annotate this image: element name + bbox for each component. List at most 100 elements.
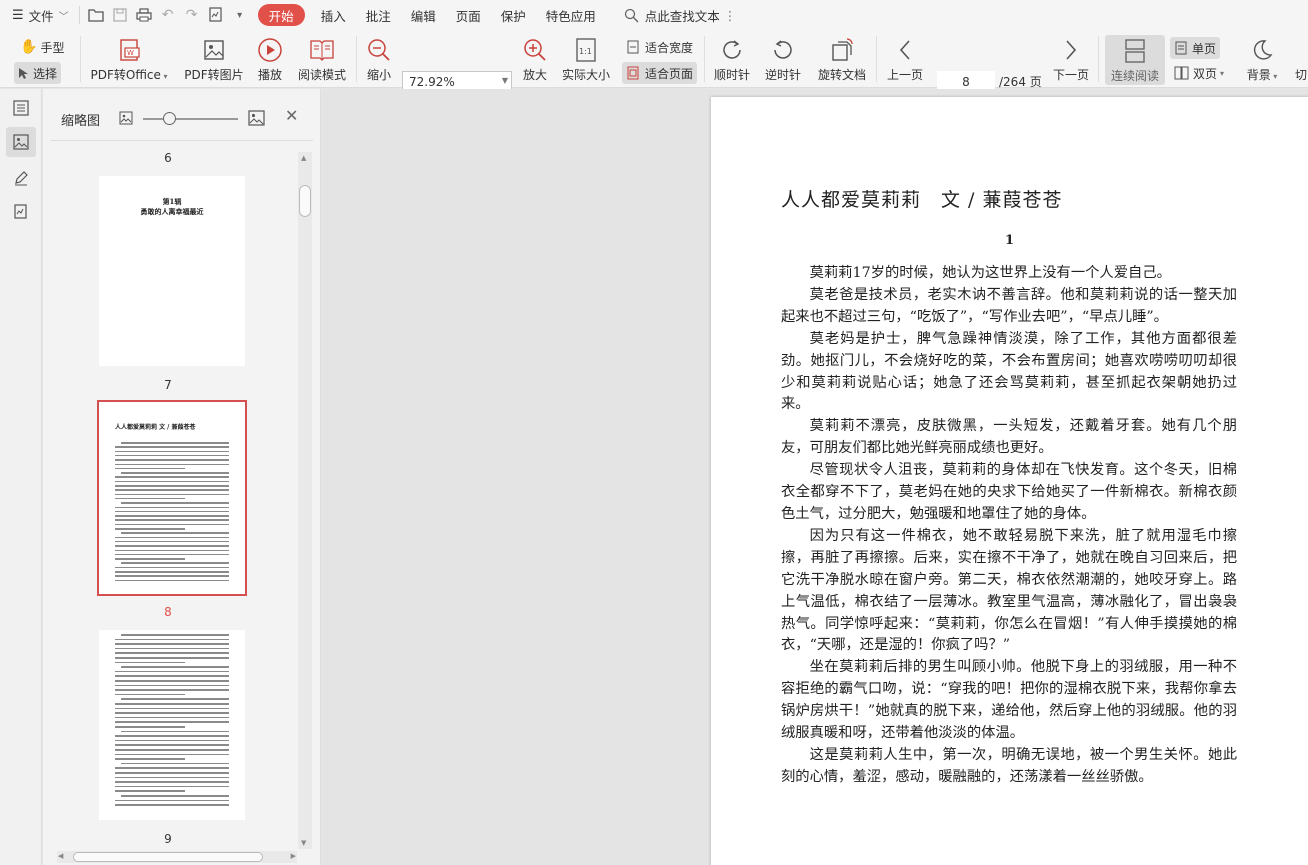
thumbnail-text-line: [121, 634, 229, 636]
slider-handle[interactable]: [163, 112, 176, 125]
background-button[interactable]: 背景 ▾: [1243, 30, 1281, 83]
print-icon[interactable]: [132, 4, 156, 26]
thumbnail-text-line: [121, 562, 229, 564]
thumbnail-size-slider[interactable]: [143, 118, 238, 120]
thumbnail-vertical-scrollbar[interactable]: ▲ ▼: [298, 152, 312, 849]
thumbnail-text-line: [121, 762, 229, 765]
annotation-panel-button[interactable]: [6, 163, 36, 193]
tab-start[interactable]: 开始: [257, 4, 305, 26]
chevron-left-icon: [899, 40, 910, 60]
tab-features[interactable]: 特色应用: [536, 4, 606, 26]
redo-icon[interactable]: ↷: [180, 4, 204, 26]
tab-protect[interactable]: 保护: [491, 4, 536, 26]
thumbnail-text-line: [121, 472, 229, 474]
double-page-icon: [1174, 66, 1189, 80]
thumbnail-text-line: [115, 497, 185, 500]
pen-icon: [15, 171, 28, 186]
fit-width-button[interactable]: 适合宽度: [622, 36, 697, 58]
find-text-search[interactable]: 点此查找文本 ⋮: [614, 4, 747, 26]
outline-panel-button[interactable]: [6, 93, 36, 123]
thumbnail-text-line: [115, 785, 229, 788]
pdf-convert-icon[interactable]: [204, 4, 228, 26]
continuous-reading-button[interactable]: 连续阅读: [1105, 35, 1165, 85]
thumbnail-page-number: 7: [164, 378, 172, 392]
pdf-to-image-button[interactable]: PDF转图片: [183, 30, 245, 83]
thumbnail-page-8[interactable]: [99, 630, 245, 820]
thumbnail-panel-header: 缩略图 ✕: [43, 89, 321, 141]
thumbnail-text-line: [115, 716, 229, 719]
hand-tool-button[interactable]: ✋ 手型: [16, 36, 68, 58]
thumbnail-text-line: [115, 767, 229, 769]
select-tool-button[interactable]: 选择: [14, 62, 62, 84]
play-button[interactable]: 播放: [252, 30, 288, 83]
thumbnail-text: 人人都爱莫莉莉 文 / 兼葭苍苍: [115, 424, 196, 431]
zoom-out-button[interactable]: 缩小: [362, 30, 396, 83]
rotate-counter-clockwise-label: 逆时针: [764, 68, 801, 82]
rotate-clockwise-button[interactable]: 顺时针: [712, 30, 752, 83]
thumbnail-panel: 缩略图 ✕ 6 第1辑 勇敢的人离幸福最近 7 人人都爱莫莉莉 文 / 兼葭苍苍…: [43, 89, 321, 865]
chevron-right-icon: [1066, 40, 1077, 60]
large-image-icon[interactable]: [248, 110, 265, 126]
signature-icon: [14, 204, 27, 219]
thumbnail-page-7[interactable]: 人人都爱莫莉莉 文 / 兼葭苍苍: [97, 400, 247, 596]
small-image-icon[interactable]: [119, 111, 133, 125]
tab-annotate[interactable]: 批注: [356, 4, 401, 26]
previous-page-button[interactable]: 上一页: [884, 30, 926, 83]
thumbnail-text-line: [121, 795, 229, 797]
pdf-to-office-button[interactable]: W PDF转Office ▾: [90, 30, 168, 83]
paragraph: 这是莫莉莉人生中，第一次，明确无误地，被一个男生关怀。她此刻的心情，羞涩，感动，…: [781, 746, 1237, 785]
scroll-up-arrow-icon[interactable]: ▲: [301, 154, 306, 162]
fit-page-icon: [627, 66, 639, 80]
thumbnail-text-line: [115, 523, 229, 526]
scrollbar-thumb[interactable]: [299, 185, 311, 217]
thumbnail-panel-button[interactable]: [6, 127, 36, 157]
signature-panel-button[interactable]: [6, 197, 36, 227]
read-mode-button[interactable]: 阅读模式: [294, 30, 350, 83]
fit-width-label: 适合宽度: [645, 40, 694, 55]
single-page-button[interactable]: 单页: [1170, 37, 1221, 59]
actual-size-button[interactable]: 1:1 实际大小: [560, 30, 612, 83]
tab-insert[interactable]: 插入: [311, 4, 356, 26]
divider: [80, 36, 81, 82]
thumbnail-horizontal-scrollbar[interactable]: ◀ ▶: [57, 851, 297, 863]
next-page-button[interactable]: 下一页: [1050, 30, 1092, 83]
document-body: 莫莉莉17岁的时候，她认为这世界上没有一个人爱自己。 莫老爸是技术员，老实木讷不…: [781, 263, 1237, 789]
save-icon[interactable]: [108, 4, 132, 26]
chevron-down-icon: ▼: [501, 76, 508, 85]
scroll-left-arrow-icon[interactable]: ◀: [58, 852, 63, 860]
close-icon[interactable]: ✕: [285, 106, 298, 125]
thumbnail-text-line: [115, 579, 229, 582]
thumbnail-text-line: [115, 735, 229, 737]
switch-button-partial[interactable]: 切: [1294, 30, 1308, 83]
fit-page-button[interactable]: 适合页面: [622, 62, 698, 84]
menu-icon: ☰: [12, 7, 24, 23]
file-menu[interactable]: ☰ 文件 ﹀: [8, 4, 75, 26]
scroll-down-arrow-icon[interactable]: ▼: [301, 839, 306, 847]
read-mode-label: 阅读模式: [297, 68, 346, 82]
rotate-document-button[interactable]: 旋转文档: [814, 30, 870, 83]
thumbnail-text-line: [115, 463, 229, 466]
paragraph: 尽管现状令人沮丧，莫莉莉的身体却在飞快发育。这个冬天，旧棉衣全都穿不下了，莫老妈…: [781, 462, 1237, 522]
double-page-button[interactable]: 双页 ▾: [1170, 62, 1228, 84]
scrollbar-thumb[interactable]: [73, 852, 263, 862]
rotate-counter-clockwise-button[interactable]: 逆时针: [763, 30, 803, 83]
find-text-label: 点此查找文本: [644, 8, 720, 24]
thumbnail-text-line: [115, 558, 185, 560]
thumbnail-text-line: [115, 528, 185, 530]
actual-size-label: 实际大小: [561, 68, 610, 82]
moon-icon: [1253, 40, 1273, 60]
zoom-in-button[interactable]: 放大: [518, 30, 552, 83]
thumbnail-text-line: [115, 781, 229, 783]
document-view[interactable]: 人人都爱莫莉莉 文 / 蒹葭苍苍 1 莫莉莉17岁的时候，她认为这世界上没有一个…: [322, 89, 1308, 865]
image-icon: [13, 134, 29, 150]
tab-page[interactable]: 页面: [446, 4, 491, 26]
thumbnail-text-line: [121, 532, 229, 534]
undo-icon[interactable]: ↶: [156, 4, 180, 26]
scroll-right-arrow-icon[interactable]: ▶: [291, 852, 296, 860]
thumbnail-page-6[interactable]: 第1辑 勇敢的人离幸福最近: [99, 176, 245, 366]
paragraph: 莫老爸是技术员，老实木讷不善言辞。他和莫莉莉说的话一整天加起来也不超过三句，“吃…: [781, 286, 1237, 325]
quick-access-dropdown-icon[interactable]: ▾: [228, 4, 252, 26]
document-page[interactable]: 人人都爱莫莉莉 文 / 蒹葭苍苍 1 莫莉莉17岁的时候，她认为这世界上没有一个…: [711, 97, 1308, 865]
tab-edit[interactable]: 编辑: [401, 4, 446, 26]
open-folder-icon[interactable]: [84, 4, 108, 26]
